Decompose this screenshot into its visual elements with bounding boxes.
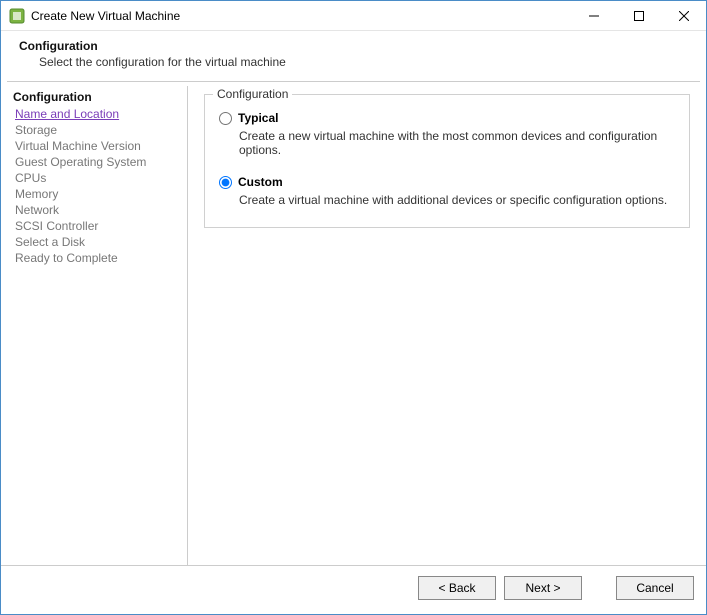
wizard-footer: < Back Next > Cancel	[1, 565, 706, 614]
cancel-button[interactable]: Cancel	[616, 576, 694, 600]
wizard-window: Create New Virtual Machine Configuration…	[0, 0, 707, 615]
sidebar-step-ready: Ready to Complete	[13, 250, 181, 266]
radio-typical[interactable]	[219, 112, 232, 125]
next-button[interactable]: Next >	[504, 576, 582, 600]
sidebar-step-network: Network	[13, 202, 181, 218]
close-button[interactable]	[661, 1, 706, 30]
radio-custom-desc: Create a virtual machine with additional…	[239, 193, 677, 207]
wizard-content: Configuration Typical Create a new virtu…	[190, 86, 700, 565]
groupbox-legend: Configuration	[213, 87, 292, 101]
wizard-header: Configuration Select the configuration f…	[1, 31, 706, 81]
sidebar-divider	[187, 86, 188, 565]
sidebar-step-current: Configuration	[13, 90, 181, 104]
wizard-steps-sidebar: Configuration Name and Location Storage …	[7, 86, 187, 565]
radio-row-custom[interactable]: Custom	[217, 175, 677, 189]
radio-custom[interactable]	[219, 176, 232, 189]
window-title: Create New Virtual Machine	[31, 9, 180, 23]
maximize-button[interactable]	[616, 1, 661, 30]
radio-row-typical[interactable]: Typical	[217, 111, 677, 125]
radio-typical-label[interactable]: Typical	[238, 111, 278, 125]
sidebar-step-storage: Storage	[13, 122, 181, 138]
app-icon	[9, 8, 25, 24]
titlebar: Create New Virtual Machine	[1, 1, 706, 31]
window-controls	[571, 1, 706, 30]
sidebar-step-scsi: SCSI Controller	[13, 218, 181, 234]
sidebar-step-cpus: CPUs	[13, 170, 181, 186]
sidebar-step-guest-os: Guest Operating System	[13, 154, 181, 170]
sidebar-step-select-disk: Select a Disk	[13, 234, 181, 250]
sidebar-step-vm-version: Virtual Machine Version	[13, 138, 181, 154]
minimize-button[interactable]	[571, 1, 616, 30]
back-button[interactable]: < Back	[418, 576, 496, 600]
radio-custom-label[interactable]: Custom	[238, 175, 283, 189]
radio-typical-desc: Create a new virtual machine with the mo…	[239, 129, 677, 157]
sidebar-step-memory: Memory	[13, 186, 181, 202]
sidebar-step-link-name-location[interactable]: Name and Location	[13, 106, 181, 122]
page-subtitle: Select the configuration for the virtual…	[19, 55, 706, 69]
configuration-groupbox: Configuration Typical Create a new virtu…	[204, 94, 690, 228]
wizard-body: Configuration Name and Location Storage …	[1, 82, 706, 565]
page-title: Configuration	[19, 39, 706, 53]
